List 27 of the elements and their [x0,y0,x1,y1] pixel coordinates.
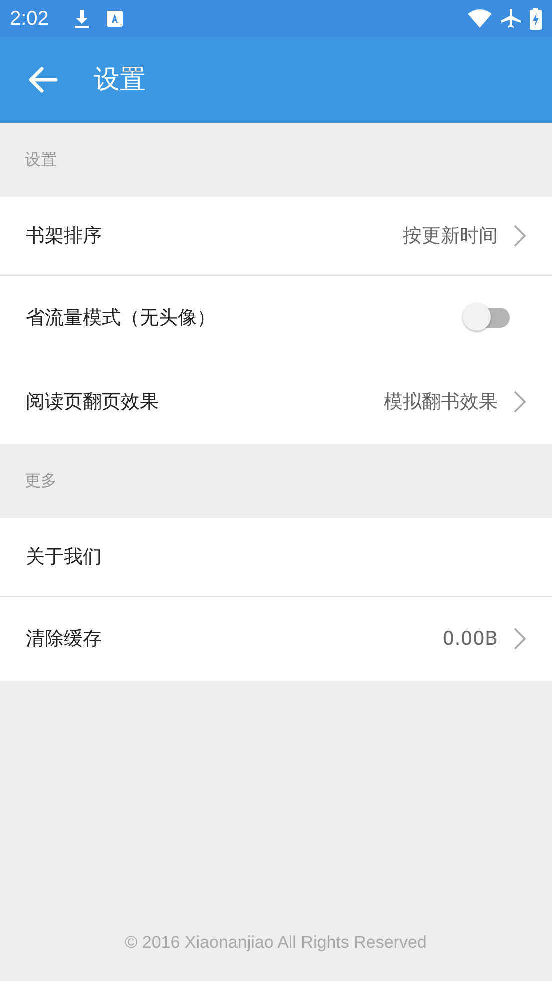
setting-label: 书架排序 [26,224,102,249]
setting-value: 模拟翻书效果 [384,390,498,415]
download-icon [72,8,91,28]
back-icon[interactable] [28,66,58,94]
chevron-icon [514,225,526,247]
wifi-icon [468,9,492,28]
chevron-icon [514,391,526,413]
setting-label: 阅读页翻页效果 [26,390,159,415]
status-time: 2:02 [10,6,49,32]
setting-label: 关于我们 [26,544,102,570]
copyright-text: © 2016 Xiaonanjiao All Rights Reserved [125,932,427,952]
settings-row[interactable]: 书架排序 按更新时间 [0,197,552,276]
setting-value: 0.00B [442,626,498,652]
airplane-icon [500,8,522,30]
settings-row[interactable]: 阅读页翻页效果 模拟翻书效果 [0,360,552,444]
setting-value: 按更新时间 [403,224,498,249]
setting-label: 清除缓存 [26,626,102,652]
settings-row[interactable]: 关于我们 [0,518,552,597]
page-title: 设置 [94,64,146,96]
chevron-icon [514,628,526,650]
settings-row[interactable]: 省流量模式（无头像） [0,276,552,360]
setting-label: 省流量模式（无头像） [26,306,216,331]
section-header: 设置 [25,149,57,171]
settings-row[interactable]: 清除缓存 0.00B [0,597,552,681]
font-icon [106,10,123,26]
battery-icon [530,8,542,30]
section-header: 更多 [25,470,57,492]
